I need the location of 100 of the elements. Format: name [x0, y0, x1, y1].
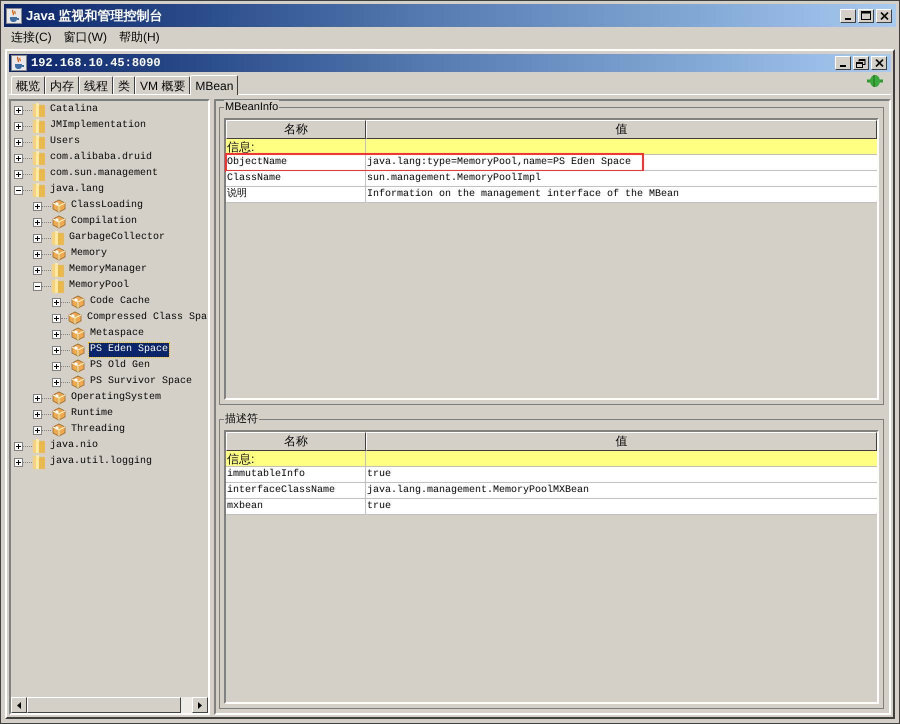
column-header[interactable]: 值 [366, 432, 877, 451]
column-header[interactable]: 名称 [226, 432, 366, 451]
expand-icon[interactable] [33, 266, 42, 274]
tree-item[interactable]: GarbageCollector [68, 231, 166, 245]
expand-icon[interactable] [52, 298, 61, 306]
scroll-thumb[interactable] [27, 697, 181, 713]
folder-icon [51, 278, 65, 294]
expand-icon[interactable] [52, 362, 61, 370]
coffee-cup-icon [11, 55, 27, 71]
right-arrow-icon [198, 702, 202, 708]
expand-icon[interactable] [14, 442, 23, 450]
tab[interactable]: 线程 [79, 76, 113, 94]
tree-item[interactable]: Metaspace [89, 327, 146, 341]
tab[interactable]: VM 概要 [135, 76, 190, 94]
maximize-button[interactable] [858, 8, 874, 22]
tree-item[interactable]: Compilation [70, 215, 138, 229]
folder-icon [32, 182, 46, 198]
maximize-icon [861, 11, 871, 20]
folder-icon [51, 262, 65, 278]
table-cell: true [367, 500, 392, 514]
expand-icon[interactable] [33, 218, 42, 226]
bean-icon [51, 247, 67, 261]
folder-icon [32, 150, 46, 166]
minimize-button[interactable] [840, 8, 856, 22]
close-button[interactable] [876, 8, 892, 22]
scroll-right-button[interactable] [192, 697, 208, 713]
expand-icon[interactable] [33, 410, 42, 418]
tree-item[interactable]: PS Old Gen [89, 359, 152, 373]
table-cell: ObjectName [227, 156, 288, 170]
bean-icon [70, 295, 86, 309]
table-cell: sun.management.MemoryPoolImpl [367, 172, 542, 186]
expand-icon[interactable] [33, 234, 42, 242]
table-cell: interfaceClassName [227, 484, 336, 498]
window-title: Java 监视和管理控制台 [26, 6, 164, 25]
table-cell: true [367, 468, 392, 482]
expand-icon[interactable] [52, 314, 61, 322]
tree-item[interactable]: java.lang [49, 183, 106, 197]
coffee-cup-icon [6, 8, 22, 24]
tree-item[interactable]: Threading [70, 423, 126, 437]
expand-icon[interactable] [14, 138, 23, 146]
bean-icon [51, 215, 67, 229]
expand-icon[interactable] [33, 250, 42, 258]
tree-item[interactable]: java.nio [49, 439, 100, 453]
menu-item[interactable]: 窗口(W) [60, 28, 111, 46]
tree-item[interactable]: java.util.logging [49, 455, 154, 469]
tree-item[interactable]: Memory [70, 247, 108, 261]
left-arrow-icon [17, 702, 21, 708]
minimize-button[interactable] [835, 56, 851, 70]
expand-icon[interactable] [52, 346, 61, 354]
expand-icon[interactable] [14, 122, 23, 130]
bean-icon [51, 199, 67, 213]
expand-icon[interactable] [14, 106, 23, 114]
menu-item[interactable]: 连接(C) [7, 28, 56, 46]
table-cell: java.lang.management.MemoryPoolMXBean [367, 484, 590, 498]
connection-title: 192.168.10.45:8090 [31, 55, 162, 72]
table-cell: 信息: [227, 140, 254, 154]
menu-item[interactable]: 帮助(H) [115, 28, 164, 46]
table-cell: Information on the management interface of the MBean [367, 188, 680, 202]
collapse-icon[interactable] [33, 282, 42, 290]
tab[interactable]: 类 [113, 76, 135, 94]
tree-item[interactable]: JMImplementation [49, 119, 148, 133]
expand-icon[interactable] [33, 426, 42, 434]
expand-icon[interactable] [33, 394, 42, 402]
tree-item[interactable]: PS Survivor Space [89, 375, 194, 389]
folder-icon [32, 166, 46, 182]
tree-item[interactable]: ClassLoading [70, 199, 144, 213]
expand-icon[interactable] [14, 458, 23, 466]
tree-item[interactable]: com.alibaba.druid [49, 151, 154, 165]
bean-icon [70, 327, 86, 341]
expand-icon[interactable] [14, 154, 23, 162]
tree-item[interactable]: Users [49, 135, 82, 149]
tab[interactable]: 概览 [11, 76, 45, 94]
bean-icon [70, 359, 86, 373]
bean-icon [66, 311, 83, 325]
close-button[interactable] [871, 56, 887, 70]
bean-icon [51, 407, 67, 421]
tree-item[interactable]: Runtime [70, 407, 114, 421]
horizontal-scrollbar[interactable] [11, 697, 208, 713]
column-header[interactable]: 名称 [226, 120, 366, 139]
expand-icon[interactable] [14, 170, 23, 178]
tab[interactable]: 内存 [45, 76, 79, 94]
tree-item[interactable]: com.sun.management [49, 167, 160, 181]
tree-item[interactable]: PS Eden Space [89, 343, 170, 357]
folder-icon [32, 454, 46, 470]
expand-icon[interactable] [52, 330, 61, 338]
tree-item[interactable]: MemoryPool [68, 279, 130, 293]
tab[interactable]: MBean [190, 75, 238, 95]
table-cell: java.lang:type=MemoryPool,name=PS Eden Space [367, 156, 632, 170]
tree-item[interactable]: MemoryManager [68, 263, 148, 277]
column-header[interactable]: 值 [366, 120, 877, 139]
scroll-left-button[interactable] [11, 697, 27, 713]
tree-item[interactable]: OperatingSystem [70, 391, 162, 405]
tree-item[interactable]: Catalina [49, 103, 100, 117]
expand-icon[interactable] [52, 378, 61, 386]
tree-item[interactable]: Compressed Class Spa [86, 311, 208, 325]
collapse-icon[interactable] [14, 186, 23, 194]
tree-item[interactable]: Code Cache [89, 295, 152, 309]
expand-icon[interactable] [33, 202, 42, 210]
restore-button[interactable] [853, 56, 869, 70]
table-cell: ClassName [227, 172, 282, 186]
